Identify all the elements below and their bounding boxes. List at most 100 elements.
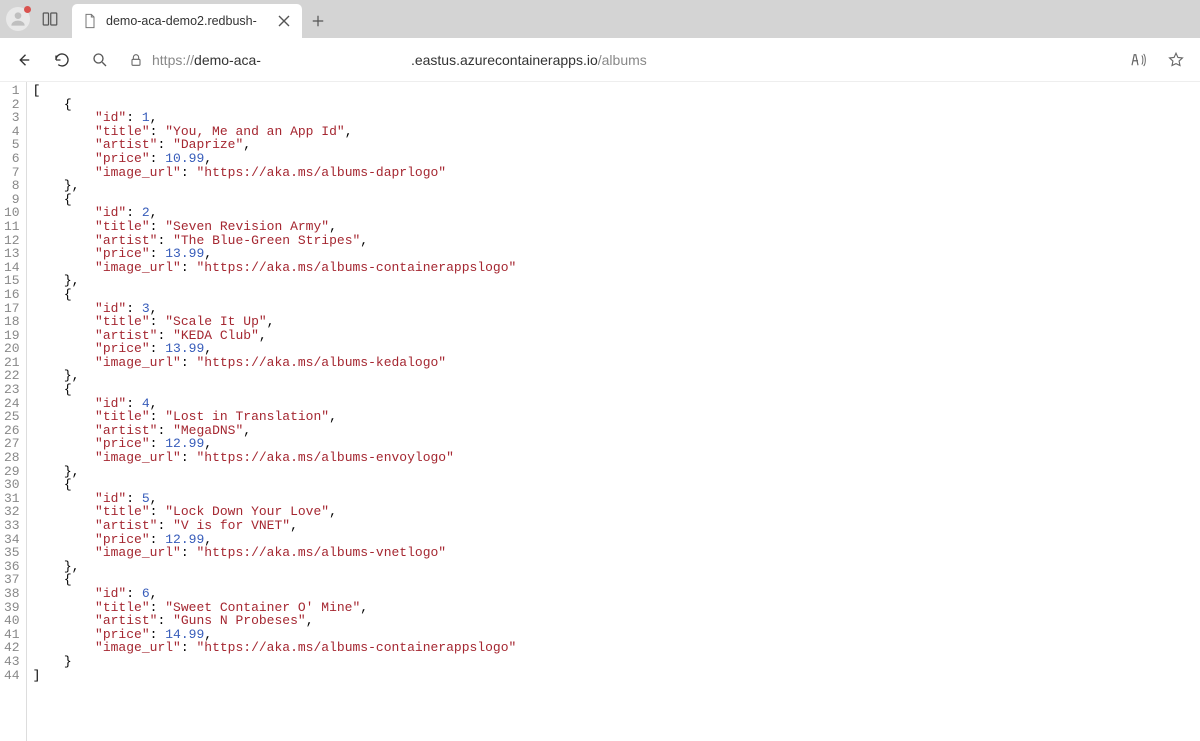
line-number: 17 <box>4 302 20 316</box>
line-number: 10 <box>4 206 20 220</box>
code-line: "artist": "V is for VNET", <box>33 519 517 533</box>
code-line: } <box>33 655 517 669</box>
tab-strip: demo-aca-demo2.redbush- <box>0 0 1200 38</box>
code-line: { <box>33 478 517 492</box>
notification-dot-icon <box>24 6 31 13</box>
line-number: 1 <box>4 84 20 98</box>
arrow-left-icon <box>15 51 33 69</box>
profile-button[interactable] <box>6 7 30 31</box>
code-line: "price": 13.99, <box>33 342 517 356</box>
line-number: 7 <box>4 166 20 180</box>
url-scheme: https:// <box>152 52 194 68</box>
line-number: 27 <box>4 437 20 451</box>
lock-icon <box>128 52 144 68</box>
code-line: "id": 6, <box>33 587 517 601</box>
star-icon <box>1167 51 1185 69</box>
back-button[interactable] <box>8 44 40 76</box>
new-tab-button[interactable] <box>302 4 334 38</box>
code-line: }, <box>33 465 517 479</box>
line-number: 4 <box>4 125 20 139</box>
code-line: "image_url": "https://aka.ms/albums-envo… <box>33 451 517 465</box>
line-number: 15 <box>4 274 20 288</box>
line-number: 30 <box>4 478 20 492</box>
code-line: "title": "Sweet Container O' Mine", <box>33 601 517 615</box>
line-number: 11 <box>4 220 20 234</box>
line-number: 16 <box>4 288 20 302</box>
line-number: 44 <box>4 669 20 683</box>
favorites-button[interactable] <box>1160 44 1192 76</box>
browser-toolbar: https://demo-aca-.eastus.azurecontainera… <box>0 38 1200 82</box>
line-number: 13 <box>4 247 20 261</box>
code-line: { <box>33 383 517 397</box>
line-number: 38 <box>4 587 20 601</box>
code-line: "artist": "KEDA Club", <box>33 329 517 343</box>
code-line: "artist": "MegaDNS", <box>33 424 517 438</box>
code-line: "price": 13.99, <box>33 247 517 261</box>
search-button[interactable] <box>84 44 116 76</box>
code-line: "price": 12.99, <box>33 437 517 451</box>
code-line: "artist": "Guns N Probeses", <box>33 614 517 628</box>
code-line: "image_url": "https://aka.ms/albums-vnet… <box>33 546 517 560</box>
code-line: "id": 3, <box>33 302 517 316</box>
line-number: 24 <box>4 397 20 411</box>
code-line: "id": 1, <box>33 111 517 125</box>
line-number: 32 <box>4 505 20 519</box>
line-number: 42 <box>4 641 20 655</box>
json-content[interactable]: [ { "id": 1, "title": "You, Me and an Ap… <box>27 82 517 741</box>
plus-icon <box>311 14 325 28</box>
line-number: 21 <box>4 356 20 370</box>
line-number: 14 <box>4 261 20 275</box>
code-line: "title": "Lock Down Your Love", <box>33 505 517 519</box>
code-line: { <box>33 98 517 112</box>
line-number: 36 <box>4 560 20 574</box>
code-line: }, <box>33 369 517 383</box>
line-number: 35 <box>4 546 20 560</box>
line-number: 20 <box>4 342 20 356</box>
code-line: "id": 2, <box>33 206 517 220</box>
line-number: 18 <box>4 315 20 329</box>
workspaces-icon <box>41 10 59 28</box>
line-number: 23 <box>4 383 20 397</box>
line-number-gutter: 1234567891011121314151617181920212223242… <box>0 82 27 741</box>
code-line: "artist": "The Blue-Green Stripes", <box>33 234 517 248</box>
code-line: "artist": "Daprize", <box>33 138 517 152</box>
refresh-icon <box>53 51 71 69</box>
line-number: 43 <box>4 655 20 669</box>
code-line: { <box>33 193 517 207</box>
read-aloud-button[interactable] <box>1122 44 1154 76</box>
url-text: https://demo-aca-.eastus.azurecontainera… <box>152 52 1110 68</box>
line-number: 2 <box>4 98 20 112</box>
line-number: 33 <box>4 519 20 533</box>
window-left-controls <box>0 0 68 38</box>
code-line: { <box>33 288 517 302</box>
line-number: 5 <box>4 138 20 152</box>
line-number: 26 <box>4 424 20 438</box>
code-line: "price": 14.99, <box>33 628 517 642</box>
url-path: /albums <box>598 52 647 68</box>
code-line: }, <box>33 179 517 193</box>
line-number: 39 <box>4 601 20 615</box>
code-line: }, <box>33 560 517 574</box>
close-icon <box>276 13 292 29</box>
line-number: 34 <box>4 533 20 547</box>
code-line: "id": 5, <box>33 492 517 506</box>
line-number: 29 <box>4 465 20 479</box>
url-host-part2: .eastus.azurecontainerapps.io <box>411 52 598 68</box>
address-bar[interactable]: https://demo-aca-.eastus.azurecontainera… <box>128 44 1110 76</box>
line-number: 25 <box>4 410 20 424</box>
browser-tab[interactable]: demo-aca-demo2.redbush- <box>72 4 302 38</box>
site-info-button[interactable] <box>128 52 144 68</box>
tab-close-button[interactable] <box>276 13 292 29</box>
line-number: 12 <box>4 234 20 248</box>
code-line: "image_url": "https://aka.ms/albums-cont… <box>33 261 517 275</box>
refresh-button[interactable] <box>46 44 78 76</box>
code-line: "image_url": "https://aka.ms/albums-cont… <box>33 641 517 655</box>
code-line: "price": 10.99, <box>33 152 517 166</box>
read-aloud-icon <box>1129 51 1147 69</box>
line-number: 40 <box>4 614 20 628</box>
code-line: "title": "You, Me and an App Id", <box>33 125 517 139</box>
line-number: 37 <box>4 573 20 587</box>
line-number: 22 <box>4 369 20 383</box>
code-line: "title": "Scale It Up", <box>33 315 517 329</box>
workspaces-button[interactable] <box>38 7 62 31</box>
